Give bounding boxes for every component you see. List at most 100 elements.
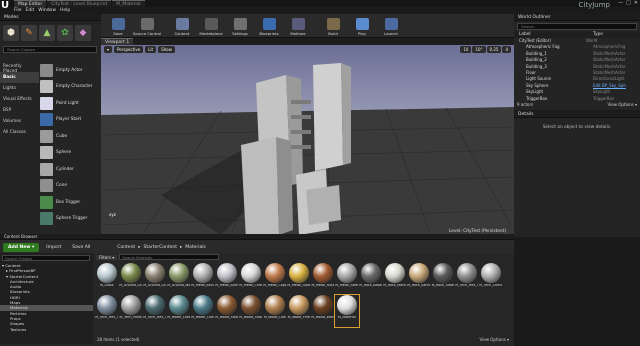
toolbar-label: Play — [358, 31, 366, 36]
asset-tile[interactable]: M_Rock_Slate — [431, 263, 455, 295]
asset-tile[interactable]: M_Wood_Oak — [263, 295, 287, 327]
content-view-options[interactable]: View Options ▾ — [480, 337, 509, 342]
scene-render[interactable] — [101, 45, 514, 237]
blueprints-icon — [262, 18, 276, 30]
asset-tile[interactable]: M_Ground_Gravel — [143, 263, 167, 295]
placeable-item[interactable]: Sphere — [40, 145, 100, 162]
asset-tile[interactable]: M_Metal_Brushed_Nickel — [191, 263, 215, 295]
menu-edit[interactable]: Edit — [26, 8, 35, 13]
minimize-icon[interactable]: — — [618, 0, 623, 6]
asset-tile[interactable]: M_Wood_Floor_Walnut_Polished — [215, 295, 239, 327]
tab-material[interactable]: M_Material — [112, 0, 145, 7]
launch-button[interactable]: Launch — [378, 16, 404, 36]
placeable-item[interactable]: Sphere Trigger — [40, 211, 100, 228]
placeable-item[interactable]: Cylinder — [40, 161, 100, 178]
asset-tile[interactable]: M_Tech_Hex_Tile_Pulse — [95, 295, 119, 327]
rotation-snap-button[interactable]: 10° — [472, 46, 486, 53]
landscape-mode-icon[interactable]: ▲ — [39, 25, 55, 41]
place-mode-icon[interactable]: ⬢ — [3, 25, 19, 41]
category-all-classes[interactable]: All Classes — [0, 127, 39, 138]
outliner-view-options[interactable]: View Options ▾ — [608, 102, 637, 107]
camera-speed-button[interactable]: 4 — [502, 46, 511, 53]
asset-tile[interactable]: M_Metal_Rust — [311, 263, 335, 295]
asset-tile[interactable]: M_Metal_Chrome — [239, 263, 263, 295]
lit-button[interactable]: Lit — [145, 46, 157, 53]
asset-label: M_Metal_Gold — [287, 284, 311, 287]
geometry-mode-icon[interactable]: ◆ — [75, 25, 91, 41]
save-all-button[interactable]: Save All — [68, 243, 94, 252]
folder-item[interactable]: Textures — [0, 327, 93, 332]
menu-window[interactable]: Window — [38, 8, 56, 13]
category-recently-placed[interactable]: Recently Placed — [0, 61, 39, 74]
tab-viewport-1[interactable]: Viewport 1 — [101, 38, 134, 45]
asset-tile[interactable]: M_Glass — [95, 263, 119, 295]
asset-tile[interactable]: M_Material — [334, 294, 360, 328]
asset-tile[interactable]: M_Wood_Floor_Walnut_Worn — [239, 295, 263, 327]
placeable-item[interactable]: Player Start — [40, 112, 100, 129]
grid-snap-button[interactable]: 10 — [460, 46, 472, 53]
asset-tile[interactable]: M_Rock_Marble_Polished — [383, 263, 407, 295]
placeable-item[interactable]: Point Light — [40, 95, 100, 112]
folder-search-input[interactable] — [2, 255, 90, 261]
placeable-item[interactable]: Box Trigger — [40, 194, 100, 211]
asset-tile[interactable]: M_Wood_Walnut — [311, 295, 335, 327]
category-visual-effects[interactable]: Visual Effects — [0, 94, 39, 105]
paint-mode-icon[interactable]: ✎ — [21, 25, 37, 41]
asset-tile[interactable]: M_Tech_Checker_Dot — [479, 263, 503, 295]
placeable-item[interactable]: Empty Character — [40, 79, 100, 96]
outliner-row[interactable]: TriggerBox TriggerBox — [514, 96, 640, 102]
marketplace-button[interactable]: Marketplace — [198, 16, 224, 36]
asset-search-input[interactable] — [119, 254, 220, 260]
category-volumes[interactable]: Volumes — [0, 116, 39, 127]
viewport-options-button[interactable]: ▾ — [104, 46, 113, 53]
asset-tile[interactable]: M_Metal_Gold — [287, 263, 311, 295]
show-button[interactable]: Show — [158, 46, 175, 53]
asset-tile[interactable]: M_Metal_Copper — [263, 263, 287, 295]
maximize-icon[interactable]: □ — [626, 0, 631, 6]
asset-tile[interactable]: M_Rock_Basalt — [359, 263, 383, 295]
foliage-mode-icon[interactable]: ✿ — [57, 25, 73, 41]
tab-level-blueprint[interactable]: CityTest - Level Blueprint — [47, 0, 112, 7]
content-button[interactable]: Content — [169, 16, 195, 36]
breadcrumb-startercontent[interactable]: StarterContent — [143, 245, 177, 250]
breadcrumb-materials[interactable]: Materials — [185, 245, 206, 250]
outliner-search-input[interactable] — [517, 23, 637, 30]
play-button[interactable]: Play — [349, 16, 375, 36]
import-button[interactable]: Import — [42, 243, 65, 252]
asset-tile[interactable]: M_Ground_Grass — [119, 263, 143, 295]
asset-tile[interactable]: M_Metal_Steel — [335, 263, 359, 295]
placeable-label: Player Start — [56, 117, 82, 123]
asset-tile[interactable]: M_Wood_Pine — [287, 295, 311, 327]
category-bsp[interactable]: BSP — [0, 105, 39, 116]
placeable-item[interactable]: Cone — [40, 178, 100, 195]
asset-tile[interactable]: M_Tech_Panel — [119, 295, 143, 327]
toolbar-label: Settings — [232, 31, 248, 36]
perspective-button[interactable]: Perspective — [114, 46, 144, 53]
save-button[interactable]: Save — [105, 16, 131, 36]
menu-file[interactable]: File — [14, 8, 22, 13]
asset-tile[interactable]: M_Tech_Hex_Tile — [143, 295, 167, 327]
tab-map-editor[interactable]: Map Editor — [14, 0, 47, 7]
asset-tile[interactable]: M_Water_Lake — [167, 295, 191, 327]
breadcrumb-content[interactable]: Content — [117, 245, 135, 250]
scale-snap-button[interactable]: 0.25 — [486, 46, 502, 53]
build-button[interactable]: Build — [320, 16, 346, 36]
asset-tile[interactable]: M_Water_Ocean — [191, 295, 215, 327]
close-icon[interactable]: ✕ — [634, 0, 638, 6]
matinee-button[interactable]: Matinee — [285, 16, 311, 36]
blueprints-button[interactable]: Blueprints — [256, 16, 282, 36]
source-control-button[interactable]: Source Control — [133, 16, 161, 36]
viewport[interactable]: Viewport 1 ▾ Perspective Lit Show 10 10°… — [101, 38, 514, 237]
category-lights[interactable]: Lights — [0, 83, 39, 94]
asset-tile[interactable]: M_Rock_Sandstone — [407, 263, 431, 295]
filters-button[interactable]: Filters ▾ — [96, 254, 118, 260]
add-new-button[interactable]: Add New ▾ — [3, 242, 40, 252]
menu-help[interactable]: Help — [60, 8, 70, 13]
search-classes-input[interactable] — [3, 46, 97, 53]
settings-button[interactable]: Settings — [227, 16, 253, 36]
placeable-item[interactable]: Cube — [40, 128, 100, 145]
asset-tile[interactable]: M_Ground_Moss — [167, 263, 191, 295]
asset-tile[interactable]: M_Tech_Hex_Tile — [455, 263, 479, 295]
asset-tile[interactable]: M_Metal_Burnished_Steel — [215, 263, 239, 295]
placeable-item[interactable]: Empty Actor — [40, 62, 100, 79]
